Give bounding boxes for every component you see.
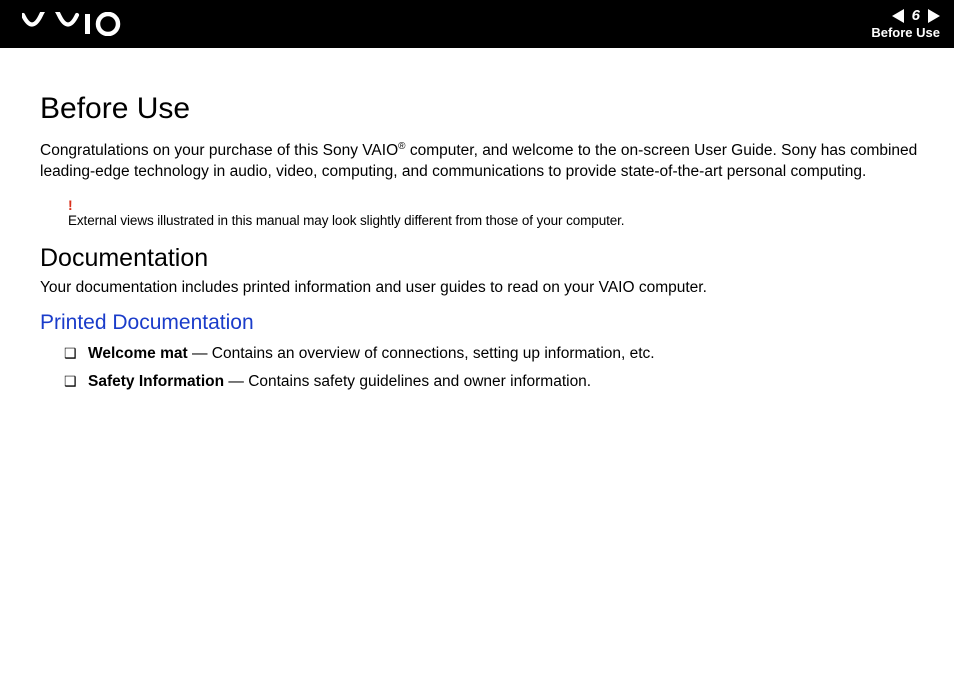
item-desc: — Contains safety guidelines and owner i… [224, 373, 591, 390]
item-name: Welcome mat [88, 345, 188, 362]
list-item: Welcome mat — Contains an overview of co… [64, 345, 918, 363]
registered-mark: ® [398, 141, 405, 152]
vaio-logo [22, 12, 132, 36]
page-number: 6 [910, 8, 922, 25]
note-bang-icon: ! [68, 198, 918, 212]
intro-text-pre: Congratulations on your purchase of this… [40, 142, 398, 159]
intro-paragraph: Congratulations on your purchase of this… [40, 140, 918, 182]
prev-page-arrow-icon[interactable] [892, 9, 904, 23]
documentation-heading: Documentation [40, 244, 918, 273]
list-item: Safety Information — Contains safety gui… [64, 373, 918, 391]
next-page-arrow-icon[interactable] [928, 9, 940, 23]
pager: 6 [892, 8, 940, 25]
header-bar: 6 Before Use [0, 0, 954, 48]
note-block: ! External views illustrated in this man… [68, 198, 918, 228]
header-right: 6 Before Use [871, 8, 940, 40]
page-content: Before Use Congratulations on your purch… [0, 48, 954, 391]
printed-doc-list: Welcome mat — Contains an overview of co… [64, 345, 918, 391]
note-text: External views illustrated in this manua… [68, 213, 918, 228]
item-desc: — Contains an overview of connections, s… [188, 345, 655, 362]
printed-documentation-heading: Printed Documentation [40, 311, 918, 335]
header-section-label: Before Use [871, 26, 940, 40]
page-title: Before Use [40, 92, 918, 126]
item-name: Safety Information [88, 373, 224, 390]
documentation-sub: Your documentation includes printed info… [40, 279, 918, 297]
